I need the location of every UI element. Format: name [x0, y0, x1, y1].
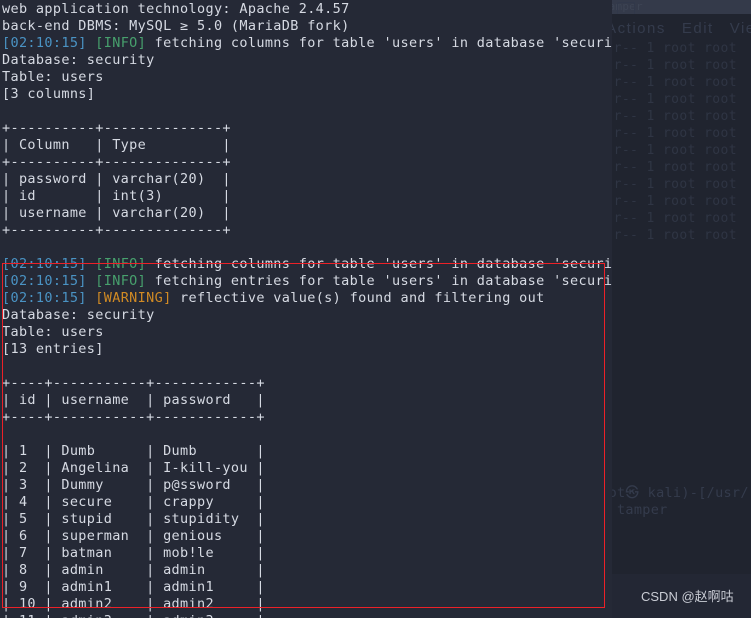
columns-database-label: Database: security	[2, 52, 155, 68]
log-timestamp: [02:10:15]	[2, 35, 87, 51]
log-timestamp: [02:10:15]	[2, 256, 87, 272]
log-message: fetching columns for table 'users' in da…	[146, 35, 612, 51]
log-level-badge: [INFO]	[95, 273, 147, 289]
web-tech-line: web application technology: Apache 2.4.5…	[2, 1, 350, 17]
log-line-warning-reflective: [02:10:15] [WARNING] reflective value(s)…	[2, 290, 545, 307]
columns-data-row: | id | int(3) |	[2, 188, 231, 204]
entries-count-label: [13 entries]	[2, 341, 104, 357]
table-row: | 4 | secure | crappy |	[2, 494, 265, 510]
table-row: | 1 | Dumb | Dumb |	[2, 443, 265, 459]
csdn-watermark: CSDN @赵啊咕	[641, 589, 734, 604]
log-line-info-entries: [02:10:15] [INFO] fetching entries for t…	[2, 273, 612, 290]
table-row: | 6 | superman | genious |	[2, 528, 265, 544]
menu-actions: Actions	[606, 20, 666, 37]
menu-view: View	[729, 20, 751, 37]
entries-table-label: Table: users	[2, 324, 104, 340]
columns-data-row: | password | varchar(20) |	[2, 171, 231, 187]
columns-header-row: | Column | Type |	[2, 137, 231, 153]
log-timestamp: [02:10:15]	[2, 273, 87, 289]
log-message: fetching entries for table 'users' in da…	[146, 273, 612, 289]
log-message: reflective value(s) found and filtering …	[171, 290, 545, 306]
columns-rule-bottom: +----------+--------------+	[2, 222, 231, 238]
log-level-badge: [INFO]	[95, 256, 147, 272]
dbms-line: back-end DBMS: MySQL ≥ 5.0 (MariaDB fork…	[2, 18, 350, 34]
log-line-info-columns-1: [02:10:15] [INFO] fetching columns for t…	[2, 35, 612, 52]
columns-data-row: | username | varchar(20) |	[2, 205, 231, 221]
table-row: | 7 | batman | mob!le |	[2, 545, 265, 561]
table-row: | 5 | stupid | stupidity |	[2, 511, 265, 527]
columns-count-label: [3 columns]	[2, 86, 96, 102]
log-line-info-columns-2: [02:10:15] [INFO] fetching columns for t…	[2, 256, 612, 273]
columns-rule-mid: +----------+--------------+	[2, 154, 231, 170]
columns-rule-top: +----------+--------------+	[2, 120, 231, 136]
table-row: | 9 | admin1 | admin1 |	[2, 579, 265, 595]
entries-database-label: Database: security	[2, 307, 155, 323]
log-level-badge: [WARNING]	[95, 290, 172, 306]
entries-rule-mid: +----+-----------+------------+	[2, 409, 265, 425]
sqlmap-terminal-output: web application technology: Apache 2.4.5…	[0, 0, 612, 618]
table-row: | 11 | admin3 | admin3 |	[2, 613, 265, 618]
entries-rule-top: +----+-----------+------------+	[2, 375, 265, 391]
table-row: | 8 | admin | admin |	[2, 562, 265, 578]
log-message: fetching columns for table 'users' in da…	[146, 256, 612, 272]
log-timestamp: [02:10:15]	[2, 290, 87, 306]
columns-table-label: Table: users	[2, 69, 104, 85]
log-level-badge: [INFO]	[95, 35, 147, 51]
table-row: | 3 | Dummy | p@ssword |	[2, 477, 265, 493]
table-row: | 10 | admin2 | admin2 |	[2, 596, 265, 612]
menu-edit: Edit	[681, 20, 714, 37]
entries-header-row: | id | username | password |	[2, 392, 265, 408]
table-row: | 2 | Angelina | I-kill-you |	[2, 460, 265, 476]
